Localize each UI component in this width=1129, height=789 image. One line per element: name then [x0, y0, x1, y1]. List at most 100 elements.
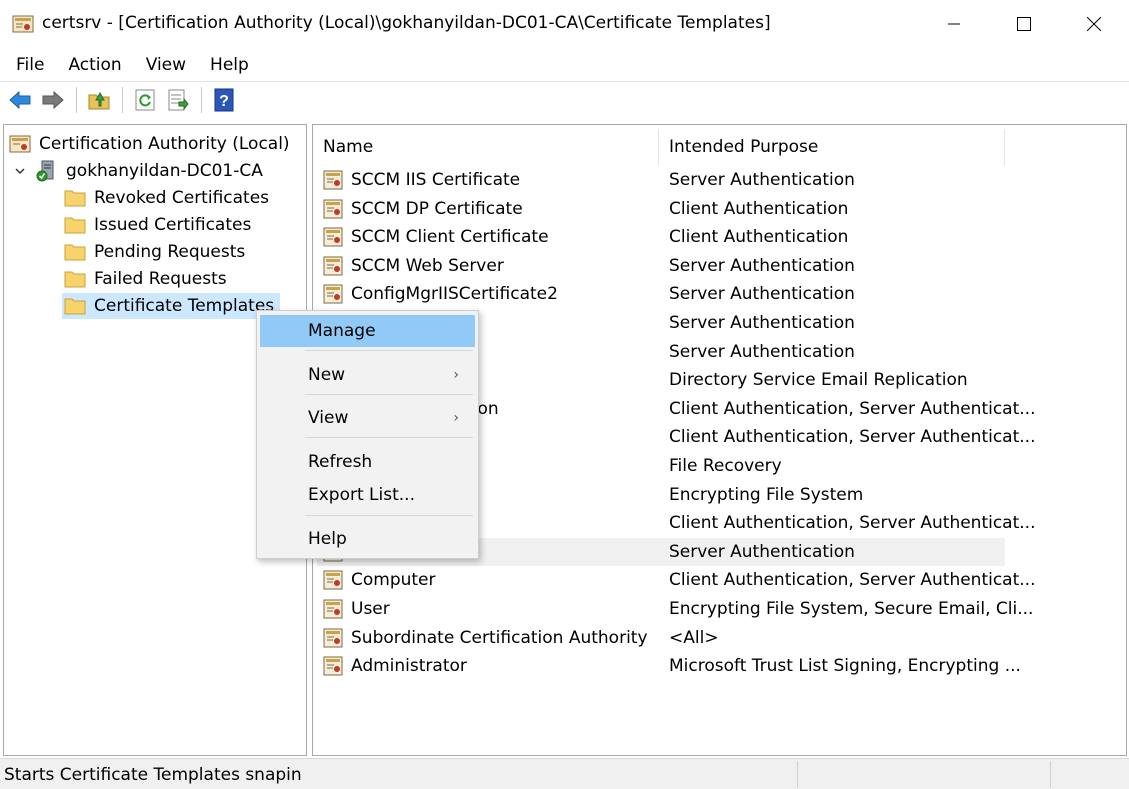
- folder-icon: [64, 187, 86, 209]
- up-folder-button[interactable]: [85, 86, 113, 114]
- forward-icon: [42, 90, 64, 110]
- help-button[interactable]: ?: [210, 86, 238, 114]
- cell-intended-purpose: Server Authentication: [669, 313, 855, 333]
- status-bar: Starts Certificate Templates snapin: [0, 758, 1129, 789]
- certificate-template-icon: [323, 227, 343, 247]
- tree-item-ca-server[interactable]: gokhanyildan-DC01-CA: [36, 158, 263, 184]
- table-row[interactable]: SCCM IIS Certificate Server Authenticatio…: [317, 166, 1005, 194]
- menu-item-manage[interactable]: Manage: [260, 315, 475, 347]
- cell-template-name: Computer: [323, 566, 436, 594]
- cell-intended-purpose: Client Authentication, Server Authentica…: [669, 570, 1036, 590]
- export-list-button[interactable]: [164, 86, 192, 114]
- tree-item-certificate-templates[interactable]: Certificate Templates: [62, 293, 281, 319]
- refresh-icon: [135, 89, 155, 111]
- template-name: SCCM IIS Certificate: [351, 170, 521, 190]
- cell-intended-purpose: Client Authentication, Server Authentica…: [669, 399, 1036, 419]
- cell-intended-purpose: Encrypting File System, Secure Email, Cl…: [669, 599, 1034, 619]
- table-row[interactable]: Administrator Microsoft Trust List Signin…: [317, 652, 1021, 680]
- menu-item-label: Refresh: [308, 452, 373, 472]
- cell-intended-purpose: Directory Service Email Replication: [669, 370, 968, 390]
- template-name: Subordinate Certification Authority: [351, 628, 648, 648]
- template-name: SCCM Web Server: [351, 256, 504, 276]
- chevron-down-icon[interactable]: [14, 162, 26, 175]
- tree-item-certification-authority-local[interactable]: Certification Authority (Local): [9, 131, 290, 157]
- close-button[interactable]: [1059, 0, 1129, 48]
- toolbar-separator: [201, 87, 202, 113]
- tree-item-failed-requests[interactable]: Failed Requests: [64, 266, 227, 292]
- help-icon: ?: [214, 88, 234, 112]
- folder-icon: [64, 295, 86, 317]
- cell-intended-purpose: File Recovery: [669, 456, 782, 476]
- tree-item-label: Certification Authority (Local): [39, 134, 290, 154]
- menu-bar: File Action View Help: [0, 50, 1129, 80]
- forward-button[interactable]: [39, 86, 67, 114]
- chevron-right-icon: ›: [453, 367, 459, 383]
- refresh-button[interactable]: [131, 86, 159, 114]
- minimize-button[interactable]: [919, 0, 989, 48]
- maximize-button[interactable]: [989, 0, 1059, 48]
- back-icon: [9, 90, 31, 110]
- menu-help[interactable]: Help: [202, 55, 257, 75]
- table-row[interactable]: ConfigMgrIISCertificate2 Server Authentic…: [317, 280, 1005, 308]
- folder-icon: [64, 268, 86, 290]
- cell-template-name: SCCM IIS Certificate: [323, 166, 520, 194]
- column-header-intended-purpose[interactable]: Intended Purpose: [659, 125, 1004, 169]
- template-name: User: [351, 599, 390, 619]
- certificate-template-icon: [323, 170, 343, 190]
- tree-item-label: Revoked Certificates: [94, 188, 270, 208]
- menu-item-export-list[interactable]: Export List...: [260, 479, 475, 511]
- back-button[interactable]: [6, 86, 34, 114]
- certificate-template-icon: [323, 256, 343, 276]
- menu-action[interactable]: Action: [60, 55, 129, 75]
- menu-item-refresh[interactable]: Refresh: [260, 446, 475, 478]
- menu-view[interactable]: View: [138, 55, 194, 75]
- template-name: Administrator: [351, 656, 467, 676]
- column-divider[interactable]: [1004, 129, 1005, 165]
- table-row[interactable]: SCCM Client Certificate Client Authentica…: [317, 223, 1005, 251]
- menu-item-view[interactable]: View ›: [260, 402, 475, 434]
- tree-item-pending-requests[interactable]: Pending Requests: [64, 239, 245, 265]
- status-panel-divider: [797, 761, 798, 788]
- folder-icon: [64, 241, 86, 263]
- menu-item-help[interactable]: Help: [260, 523, 475, 555]
- cell-intended-purpose: Client Authentication, Server Authentica…: [669, 427, 1036, 447]
- cell-template-name: SCCM DP Certificate: [323, 195, 523, 223]
- table-row[interactable]: SCCM Web Server Server Authentication: [317, 252, 1005, 280]
- table-row[interactable]: SCCM DP Certificate Client Authentication: [317, 195, 1005, 223]
- cell-intended-purpose: Client Authentication, Server Authentica…: [669, 513, 1036, 533]
- menu-file[interactable]: File: [8, 55, 52, 75]
- menu-item-label: Manage: [308, 321, 376, 341]
- tree-item-label: gokhanyildan-DC01-CA: [66, 161, 263, 181]
- tree-item-label: Certificate Templates: [94, 296, 275, 316]
- cell-template-name: ConfigMgrIISCertificate2: [323, 280, 558, 308]
- folder-icon: [64, 214, 86, 236]
- maximize-icon: [1017, 17, 1031, 31]
- template-name: Computer: [351, 570, 436, 590]
- column-header-name[interactable]: Name: [313, 125, 658, 169]
- toolbar-separator: [76, 87, 77, 113]
- minimize-icon: [948, 23, 960, 25]
- template-name: SCCM Client Certificate: [351, 227, 549, 247]
- menu-separator: [305, 394, 473, 395]
- certificate-template-icon: [323, 656, 343, 676]
- tree-item-revoked-certificates[interactable]: Revoked Certificates: [64, 185, 269, 211]
- cell-intended-purpose: Server Authentication: [669, 542, 855, 562]
- cell-intended-purpose: Server Authentication: [669, 170, 855, 190]
- cell-intended-purpose: Client Authentication: [669, 227, 849, 247]
- certification-authority-icon: [9, 133, 31, 155]
- certificate-template-icon: [323, 199, 343, 219]
- table-row[interactable]: User Encrypting File System, Secure Email…: [317, 595, 1033, 623]
- toolbar-separator: [122, 87, 123, 113]
- template-name: ConfigMgrIISCertificate2: [351, 284, 558, 304]
- menu-item-new[interactable]: New ›: [260, 359, 475, 391]
- ca-server-icon: [36, 160, 58, 182]
- certificate-template-icon: [323, 628, 343, 648]
- certificate-template-icon: [323, 599, 343, 619]
- cell-intended-purpose: Client Authentication: [669, 199, 849, 219]
- table-row[interactable]: Computer Client Authentication, Server Au…: [317, 566, 1035, 594]
- table-row[interactable]: Subordinate Certification Authority <All>: [317, 624, 1005, 652]
- cell-template-name: Administrator: [323, 652, 467, 680]
- cell-intended-purpose: <All>: [669, 628, 719, 648]
- tree-item-issued-certificates[interactable]: Issued Certificates: [64, 212, 251, 238]
- template-name: SCCM DP Certificate: [351, 199, 523, 219]
